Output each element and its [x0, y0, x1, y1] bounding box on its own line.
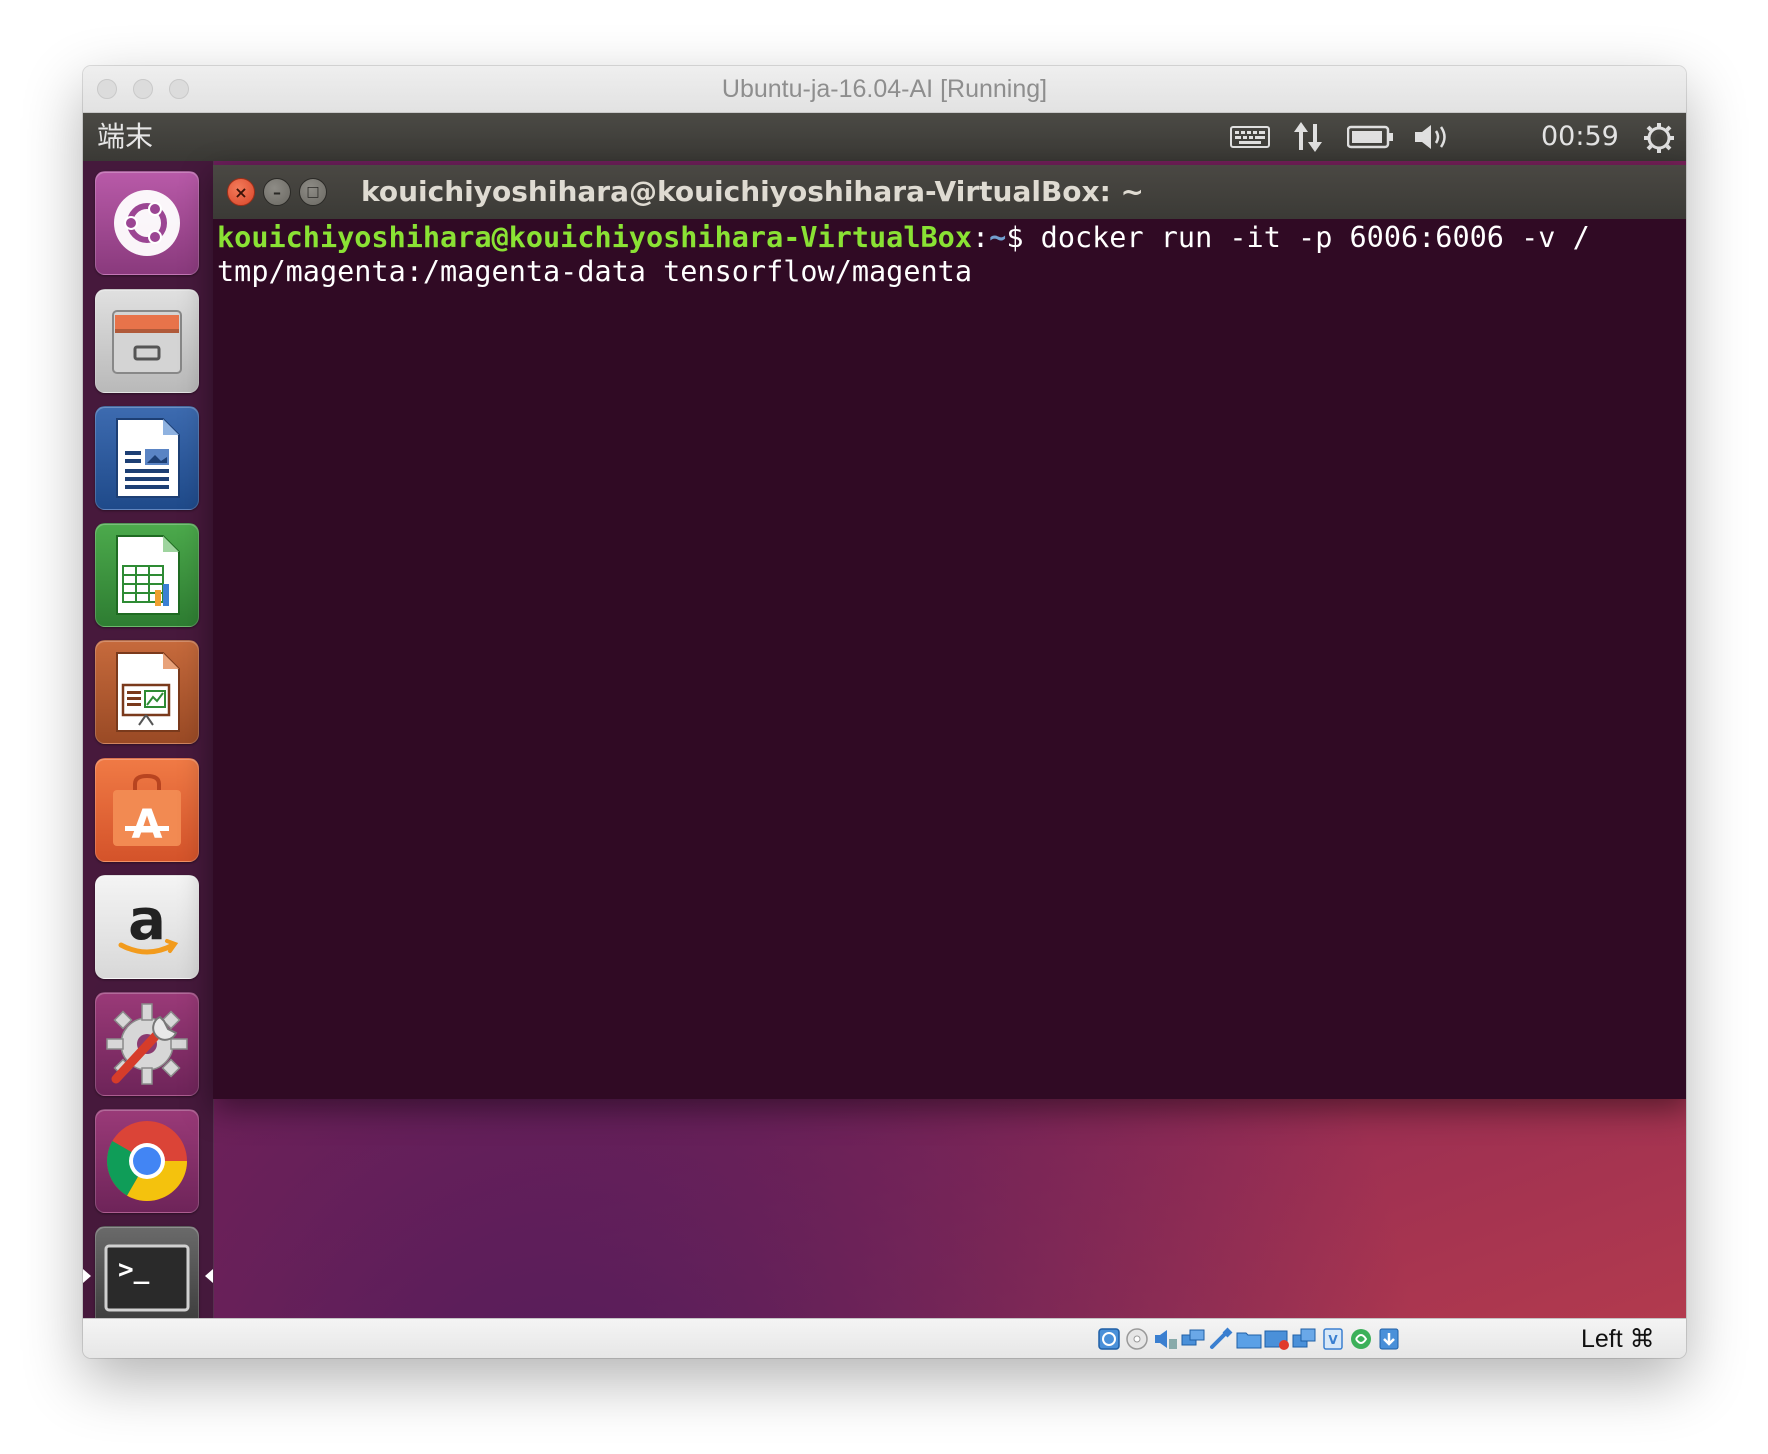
drag-drop-icon[interactable]: V	[1320, 1327, 1346, 1351]
writer-document-icon	[116, 418, 180, 498]
chrome-icon	[107, 1121, 187, 1201]
terminal-title: kouichiyoshihara@kouichiyoshihara-Virtua…	[361, 175, 1144, 208]
close-icon: ×	[234, 182, 248, 202]
network-adapter-icon[interactable]	[1180, 1327, 1206, 1351]
launcher-item-google-chrome[interactable]	[95, 1109, 199, 1213]
focused-indicator-right	[205, 1269, 213, 1283]
shared-folder-icon[interactable]	[1236, 1327, 1262, 1351]
terminal-close-button[interactable]: ×	[227, 178, 255, 206]
optical-disk-icon[interactable]	[1124, 1327, 1150, 1351]
svg-text:V: V	[1328, 1333, 1338, 1347]
power-icon[interactable]	[1639, 113, 1679, 161]
minimize-icon: –	[273, 182, 281, 202]
terminal-titlebar[interactable]: × – □ kouichiyoshihara@kouichiyoshihara-…	[213, 165, 1686, 219]
terminal-icon: >_	[104, 1244, 190, 1312]
prompt-user-host: kouichiyoshihara@kouichiyoshihara-Virtua…	[217, 221, 972, 254]
network-icon[interactable]	[1287, 113, 1331, 161]
keyboard-icon[interactable]	[1228, 113, 1272, 161]
virtualbox-statusbar: V Left ⌘	[83, 1318, 1686, 1358]
launcher-item-libreoffice-calc[interactable]	[95, 523, 199, 627]
window-title: Ubuntu-ja-16.04-AI [Running]	[721, 75, 1048, 103]
prompt-separator: :	[971, 221, 990, 254]
launcher-item-terminal[interactable]: >_	[95, 1226, 199, 1330]
terminal-line-2: tmp/magenta:/magenta-data tensorflow/mag…	[217, 255, 972, 288]
software-bag-icon: A	[113, 773, 181, 848]
command-text: docker run -it -p 6006:6006 -v /	[1040, 221, 1590, 254]
impress-presentation-icon	[116, 652, 180, 732]
volume-icon[interactable]	[1411, 113, 1455, 161]
terminal-window[interactable]: × – □ kouichiyoshihara@kouichiyoshihara-…	[213, 165, 1686, 1099]
settings-gear-wrench-icon	[106, 1003, 188, 1085]
launcher-item-amazon[interactable]: a	[95, 875, 199, 979]
launcher-item-system-settings[interactable]	[95, 992, 199, 1096]
terminal-line-1: kouichiyoshihara@kouichiyoshihara-Virtua…	[217, 221, 1677, 255]
terminal-maximize-button[interactable]: □	[299, 178, 327, 206]
panel-clock[interactable]: 00:59	[1541, 113, 1619, 161]
panel-app-name[interactable]: 端末	[97, 113, 153, 161]
running-indicator-left	[83, 1269, 91, 1283]
audio-icon[interactable]	[1152, 1327, 1178, 1351]
display-icon[interactable]	[1264, 1327, 1290, 1351]
launcher-item-ubuntu-software[interactable]: A	[95, 758, 199, 862]
maximize-icon: □	[306, 184, 320, 200]
terminal-output[interactable]: kouichiyoshihara@kouichiyoshihara-Virtua…	[217, 221, 1677, 1091]
terminal-minimize-button[interactable]: –	[263, 178, 291, 206]
launcher-item-ubuntu-dash[interactable]	[95, 171, 199, 275]
mac-window: Ubuntu-ja-16.04-AI [Running] 端末 00:59 A …	[83, 66, 1686, 1358]
calc-spreadsheet-icon	[116, 535, 180, 615]
launcher-item-libreoffice-impress[interactable]	[95, 640, 199, 744]
svg-text:A: A	[132, 802, 163, 848]
cpu-icon[interactable]	[1348, 1327, 1374, 1351]
prompt-path: ~	[989, 221, 1007, 254]
launcher-item-libreoffice-writer[interactable]	[95, 406, 199, 510]
ubuntu-logo-icon	[114, 190, 180, 256]
recording-icon[interactable]	[1292, 1327, 1318, 1351]
ubuntu-top-panel: 端末 00:59	[83, 113, 1686, 161]
battery-icon[interactable]	[1345, 113, 1397, 161]
prompt-symbol: $	[1006, 221, 1041, 254]
launcher-item-files[interactable]	[95, 289, 199, 393]
ubuntu-launcher: A a >_	[83, 161, 214, 1330]
hard-disk-icon[interactable]	[1096, 1327, 1122, 1351]
mac-titlebar: Ubuntu-ja-16.04-AI [Running]	[83, 66, 1686, 113]
usb-icon[interactable]	[1208, 1327, 1234, 1351]
amazon-icon: a	[118, 888, 179, 955]
file-cabinet-icon	[112, 310, 182, 374]
host-key-label[interactable]: Left ⌘	[1581, 1319, 1655, 1358]
mouse-integration-icon[interactable]	[1376, 1327, 1402, 1351]
svg-text:>_: >_	[118, 1255, 150, 1285]
svg-text:a: a	[128, 888, 166, 953]
